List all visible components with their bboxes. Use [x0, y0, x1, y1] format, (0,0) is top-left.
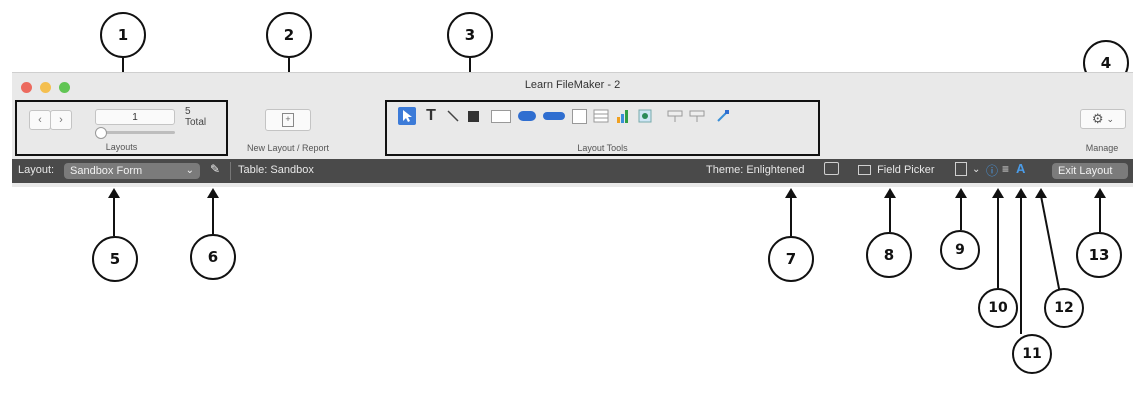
select-tool-icon[interactable]: [398, 107, 416, 125]
theme-label: Theme: Enlightened: [706, 164, 805, 176]
chevron-down-icon: ⌄: [185, 165, 194, 176]
format-painter-tool-icon[interactable]: [714, 107, 732, 125]
new-layout-report-caption: New Layout / Report: [246, 143, 330, 153]
button-tool-icon[interactable]: [516, 107, 538, 125]
callout-12: 12: [1044, 288, 1084, 328]
pencil-icon: ✎: [210, 162, 221, 176]
portal-tool-icon[interactable]: [592, 107, 610, 125]
gear-icon: ⚙: [1091, 111, 1104, 126]
callout-3: 3: [447, 12, 493, 58]
info-icon: ⓘ: [986, 164, 999, 178]
rectangle-tool-icon[interactable]: [464, 107, 482, 125]
callout-5-arrow: [113, 196, 115, 236]
layouts-group: ‹ › 1 5 Total Layouts: [15, 100, 228, 156]
layout-label: Layout:: [18, 164, 55, 176]
table-label: Table: Sandbox: [238, 164, 314, 176]
view-objects-button[interactable]: [955, 162, 967, 179]
layout-total-count: 5: [185, 106, 191, 117]
callout-12-arrow: [1040, 195, 1061, 291]
field-picker-button[interactable]: Field Picker: [858, 164, 935, 176]
bar-divider: [230, 162, 231, 180]
layout-slider-thumb[interactable]: [95, 127, 107, 139]
callout-10-arrow: [997, 196, 999, 288]
change-theme-button[interactable]: [824, 162, 839, 178]
field-tool-icon[interactable]: [490, 107, 512, 125]
script-workspace-button[interactable]: A: [1016, 161, 1025, 176]
callout-8: 8: [866, 232, 912, 278]
layout-tools-caption: Layout Tools: [577, 143, 628, 153]
callout-7-arrow: [790, 196, 792, 236]
inspector-button[interactable]: ⓘ: [986, 162, 998, 179]
layout-menu[interactable]: Sandbox Form ⌄: [64, 163, 200, 179]
popover-tool-icon[interactable]: [570, 107, 588, 125]
layout-total-label: Total: [185, 117, 207, 128]
field-picker-label: Field Picker: [877, 164, 935, 176]
callout-1: 1: [100, 12, 146, 58]
previous-layout-button[interactable]: ‹: [29, 110, 51, 130]
script-icon: A: [1016, 161, 1026, 176]
theme-icon: [824, 162, 839, 175]
chevron-left-icon: ‹: [38, 114, 42, 126]
text-tool-icon[interactable]: T: [422, 107, 440, 125]
callout-10: 10: [978, 288, 1018, 328]
line-tool-icon[interactable]: [444, 107, 462, 125]
callout-2: 2: [266, 12, 312, 58]
chevron-right-icon: ›: [59, 114, 63, 126]
chevron-down-icon: ⌄: [972, 164, 981, 175]
chart-tool-icon[interactable]: [614, 107, 632, 125]
callout-6: 6: [190, 234, 236, 280]
exit-layout-button[interactable]: Exit Layout: [1052, 163, 1128, 179]
callout-8-arrow: [889, 196, 891, 232]
callout-13-arrow: [1099, 196, 1101, 232]
title-bar: Learn FileMaker - 2: [12, 73, 1133, 97]
field-control-tool-icon[interactable]: [666, 107, 684, 125]
button-bar-tool-icon[interactable]: [542, 107, 566, 125]
page-icon: [955, 162, 967, 176]
web-viewer-tool-icon[interactable]: [636, 107, 654, 125]
layouts-caption: Layouts: [105, 142, 138, 152]
new-layout-icon: +: [282, 113, 294, 127]
callout-11-arrow: [1020, 196, 1022, 334]
field-picker-icon: [858, 165, 871, 176]
next-layout-button[interactable]: ›: [50, 110, 72, 130]
layout-menu-value: Sandbox Form: [70, 165, 143, 177]
slide-control-tool-icon[interactable]: [688, 107, 706, 125]
callout-9: 9: [940, 230, 980, 270]
callout-6-arrow: [212, 196, 214, 234]
window-title: Learn FileMaker - 2: [524, 79, 621, 91]
callout-13: 13: [1076, 232, 1122, 278]
callout-5: 5: [92, 236, 138, 282]
manage-caption: Manage: [1085, 143, 1119, 153]
layout-slider-track[interactable]: [97, 131, 175, 134]
edit-layout-name-button[interactable]: ✎: [210, 162, 220, 176]
chevron-down-icon: ⌄: [1106, 113, 1115, 124]
view-objects-menu[interactable]: ⌄: [972, 163, 980, 175]
manage-button[interactable]: ⚙ ⌄: [1080, 109, 1126, 129]
layout-number-field[interactable]: 1: [95, 109, 175, 125]
callout-11: 11: [1012, 334, 1052, 374]
objects-pane-button[interactable]: ≡: [1002, 162, 1009, 176]
layers-icon: ≡: [1002, 162, 1010, 176]
layout-bar: Layout: Sandbox Form ⌄ ✎ Table: Sandbox …: [12, 159, 1133, 183]
callout-7: 7: [768, 236, 814, 282]
new-layout-report-button[interactable]: +: [265, 109, 311, 131]
callout-9-arrow: [960, 196, 962, 230]
